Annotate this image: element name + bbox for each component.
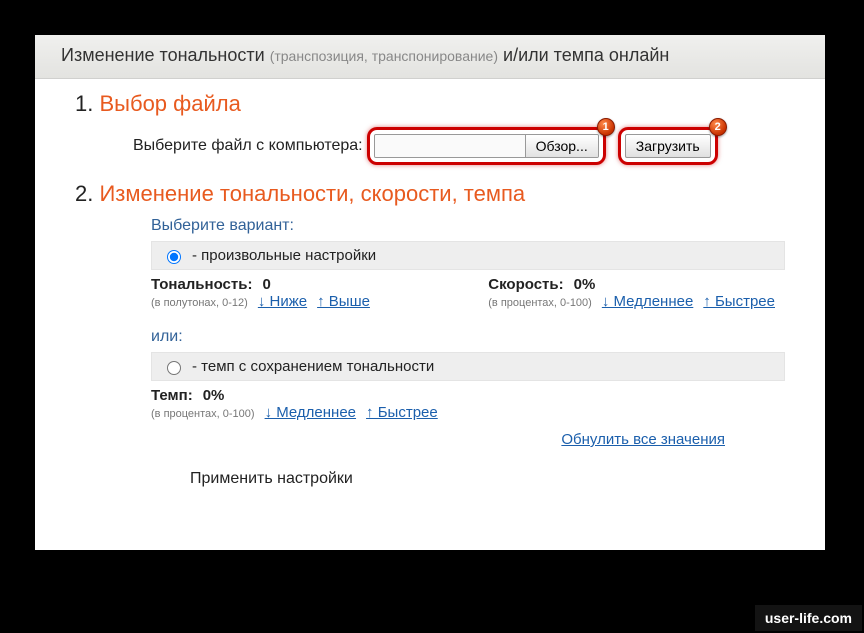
header-title-left: Изменение тональности [61, 45, 265, 65]
speed-name: Скорость: [488, 276, 563, 293]
file-input-highlight: Обзор... 1 [367, 127, 606, 165]
file-chooser: Обзор... [374, 134, 599, 158]
tonality-name: Тональность: [151, 276, 252, 293]
callout-badge-1: 1 [597, 118, 615, 136]
file-path-input[interactable] [375, 135, 525, 157]
tempo-name: Темп: [151, 387, 193, 404]
tonality-lower-link[interactable]: ↓ Ниже [258, 293, 307, 310]
browse-button[interactable]: Обзор... [525, 135, 598, 157]
radio-tempo[interactable] [167, 361, 181, 375]
or-label: или: [151, 328, 785, 346]
speed-faster-link[interactable]: ↑ Быстрее [703, 293, 775, 310]
tempo-slower-link[interactable]: ↓ Медленнее [265, 404, 356, 421]
step1-title: Выбор файла [75, 91, 785, 117]
speed-range: (в процентах, 0-100) [488, 297, 592, 309]
page-header: Изменение тональности (транспозиция, тра… [35, 35, 825, 79]
option-custom-text: - произвольные настройки [192, 247, 376, 264]
reset-link[interactable]: Обнулить все значения [561, 431, 725, 448]
file-label: Выберите файл с компьютера: [133, 137, 363, 155]
step2-title: Изменение тональности, скорости, темпа [75, 181, 785, 207]
speed-slower-link[interactable]: ↓ Медленнее [602, 293, 693, 310]
page-frame: Изменение тональности (транспозиция, тра… [35, 35, 825, 550]
tempo-range: (в процентах, 0-100) [151, 408, 255, 420]
apply-settings[interactable]: Применить настройки [75, 470, 785, 488]
tempo-value: 0% [203, 387, 225, 404]
radio-custom[interactable] [167, 250, 181, 264]
tonality-block: Тональность: 0 (в полутонах, 0-12) ↓ Ниж… [151, 276, 370, 310]
option-custom-row[interactable]: - произвольные настройки [151, 241, 785, 270]
header-annotation: (транспозиция, транспонирование) [270, 48, 498, 64]
upload-highlight: Загрузить 2 [618, 127, 718, 165]
speed-block: Скорость: 0% (в процентах, 0-100) ↓ Медл… [488, 276, 775, 310]
tempo-faster-link[interactable]: ↑ Быстрее [366, 404, 438, 421]
tonality-higher-link[interactable]: ↑ Выше [317, 293, 370, 310]
watermark: user-life.com [755, 605, 862, 631]
tempo-block: Темп: 0% (в процентах, 0-100) ↓ Медленне… [151, 387, 438, 421]
header-title-right: и/или темпа онлайн [503, 45, 669, 65]
upload-button[interactable]: Загрузить [625, 134, 711, 158]
variant-label: Выберите вариант: [151, 217, 785, 235]
speed-value: 0% [574, 276, 596, 293]
tonality-value: 0 [262, 276, 270, 293]
tonality-range: (в полутонах, 0-12) [151, 297, 248, 309]
callout-badge-2: 2 [709, 118, 727, 136]
option-tempo-row[interactable]: - темп с сохранением тональности [151, 352, 785, 381]
option-tempo-text: - темп с сохранением тональности [192, 358, 434, 375]
